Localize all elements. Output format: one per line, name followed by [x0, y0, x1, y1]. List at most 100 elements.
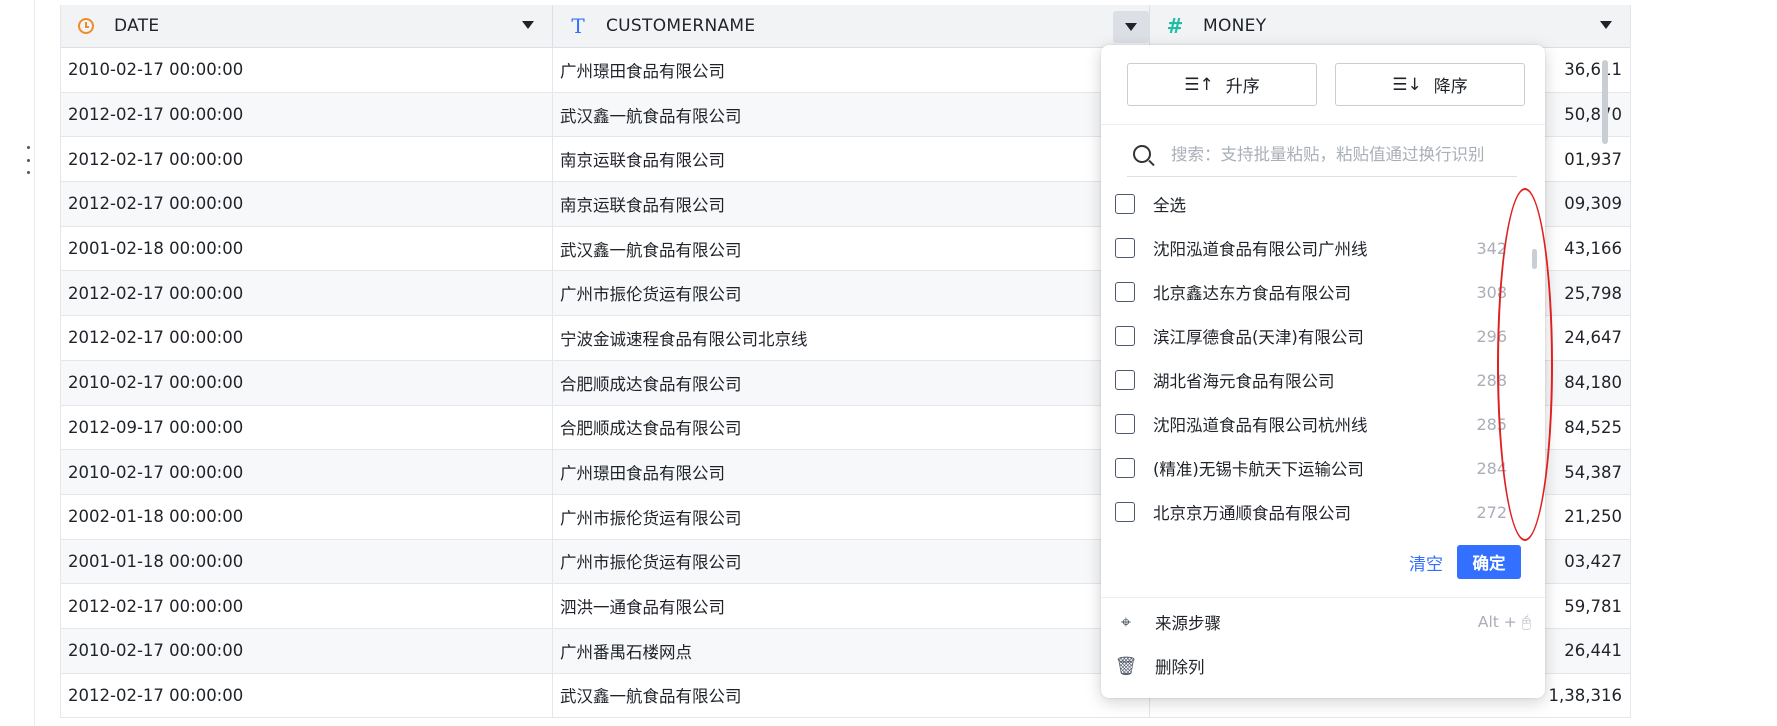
filter-value-item[interactable]: 北京京万通顺食品有限公司 272: [1101, 490, 1545, 534]
target-icon: ⌖: [1120, 611, 1132, 633]
customer-cell[interactable]: 广州璟田食品有限公司: [553, 48, 1150, 92]
vertical-scrollbar[interactable]: [1602, 60, 1608, 144]
select-all-label: 全选: [1153, 196, 1186, 215]
date-cell[interactable]: 2012-09-17 00:00:00: [61, 405, 553, 450]
column-header-customername[interactable]: T CUSTOMERNAME: [553, 5, 1150, 47]
date-cell[interactable]: 2012-02-17 00:00:00: [61, 316, 553, 360]
customer-cell[interactable]: 广州番禺石楼网点: [553, 628, 1150, 673]
dropdown-caret-icon: [1125, 23, 1137, 31]
checkbox[interactable]: [1115, 238, 1135, 258]
date-cell[interactable]: 2010-02-17 00:00:00: [61, 360, 553, 405]
dropdown-caret-icon[interactable]: [1600, 21, 1612, 29]
filter-value-count: 342: [1476, 238, 1507, 258]
customer-cell[interactable]: 泗洪一通食品有限公司: [553, 584, 1150, 628]
date-cell[interactable]: 2012-02-17 00:00:00: [61, 92, 553, 137]
filter-value-list: 全选 沈阳泓道食品有限公司广州线 342 北京鑫达东方食品有限公司 308 滨江厚德食品…: [1101, 182, 1545, 534]
filter-value-label: 北京京万通顺食品有限公司: [1153, 504, 1351, 523]
list-scrollbar[interactable]: [1532, 249, 1537, 269]
customer-cell[interactable]: 武汉鑫一航食品有限公司: [553, 226, 1150, 271]
checkbox[interactable]: [1115, 414, 1135, 434]
date-cell[interactable]: 2010-02-17 00:00:00: [61, 48, 553, 92]
filter-value-label: 沈阳泓道食品有限公司广州线: [1153, 240, 1368, 259]
customer-cell[interactable]: 武汉鑫一航食品有限公司: [553, 92, 1150, 137]
customer-cell[interactable]: 合肥顺成达食品有限公司: [553, 405, 1150, 450]
more-options-icon[interactable]: [18, 146, 38, 174]
date-cell[interactable]: 2010-02-17 00:00:00: [61, 450, 553, 494]
delete-column-menu-item[interactable]: 🗑 删除列: [1115, 654, 1531, 678]
filter-value-count: 284: [1476, 458, 1507, 478]
customer-cell[interactable]: 广州市振伦货运有限公司: [553, 494, 1150, 539]
confirm-button[interactable]: 确定: [1457, 545, 1521, 579]
date-cell[interactable]: 2002-01-18 00:00:00: [61, 494, 553, 539]
checkbox[interactable]: [1115, 282, 1135, 302]
filter-search-input[interactable]: [1169, 143, 1513, 165]
date-cell[interactable]: 2012-02-17 00:00:00: [61, 271, 553, 316]
checkbox[interactable]: [1115, 458, 1135, 478]
filter-value-label: (精准)无锡卡航天下运输公司: [1153, 460, 1364, 479]
checkbox[interactable]: [1115, 370, 1135, 390]
date-cell[interactable]: 2012-02-17 00:00:00: [61, 673, 553, 718]
sort-descending-button[interactable]: ☰↓ 降序: [1335, 63, 1525, 106]
column-menu-button[interactable]: [1113, 11, 1149, 43]
customer-cell[interactable]: 广州璟田食品有限公司: [553, 450, 1150, 494]
source-step-label: 来源步骤: [1155, 614, 1221, 633]
filter-value-count: 272: [1476, 502, 1507, 522]
checkbox[interactable]: [1115, 326, 1135, 346]
checkbox[interactable]: [1115, 194, 1135, 214]
customer-cell[interactable]: 宁波金诚速程食品有限公司北京线: [553, 316, 1150, 360]
customer-cell[interactable]: 南京运联食品有限公司: [553, 182, 1150, 226]
filter-value-count: 296: [1476, 326, 1507, 346]
customer-cell[interactable]: 武汉鑫一航食品有限公司: [553, 673, 1150, 718]
grid-header: DATE T CUSTOMERNAME # MONEY: [61, 5, 1630, 48]
divider: [1101, 124, 1545, 125]
filter-value-item[interactable]: 北京鑫达东方食品有限公司 308: [1101, 270, 1545, 314]
sort-ascending-icon: ☰↑: [1184, 74, 1214, 95]
filter-value-count: 308: [1476, 282, 1507, 302]
customer-cell[interactable]: 南京运联食品有限公司: [553, 137, 1150, 182]
customer-cell[interactable]: 合肥顺成达食品有限公司: [553, 360, 1150, 405]
filter-value-label: 沈阳泓道食品有限公司杭州线: [1153, 416, 1368, 435]
customer-cell[interactable]: 广州市振伦货运有限公司: [553, 271, 1150, 316]
dropdown-caret-icon[interactable]: [522, 21, 534, 29]
trash-icon: 🗑: [1114, 655, 1138, 677]
divider: [1101, 597, 1545, 598]
filter-value-count: 285: [1476, 414, 1507, 434]
date-cell[interactable]: 2001-01-18 00:00:00: [61, 539, 553, 584]
shortcut-hint: Alt + 🖰: [1477, 612, 1531, 631]
column-header-date[interactable]: DATE: [61, 5, 553, 47]
checkbox[interactable]: [1115, 502, 1135, 522]
date-cell[interactable]: 2012-02-17 00:00:00: [61, 584, 553, 628]
text-type-icon: T: [571, 14, 585, 38]
filter-value-label: 北京鑫达东方食品有限公司: [1153, 284, 1351, 303]
column-filter-popup: ☰↑ 升序 ☰↓ 降序 全选 沈阳泓道食品有限公司广州线 342 北京鑫达东方食品有…: [1101, 45, 1545, 698]
sort-descending-label: 降序: [1433, 77, 1468, 97]
source-step-menu-item[interactable]: ⌖ 来源步骤 Alt + 🖰: [1115, 610, 1531, 634]
column-title: CUSTOMERNAME: [606, 16, 756, 36]
filter-value-count: 288: [1476, 370, 1507, 390]
filter-value-label: 湖北省海元食品有限公司: [1153, 372, 1335, 391]
customer-cell[interactable]: 广州市振伦货运有限公司: [553, 539, 1150, 584]
filter-value-item[interactable]: 沈阳泓道食品有限公司广州线 342: [1101, 226, 1545, 270]
column-title: MONEY: [1203, 16, 1267, 36]
sort-bar: ☰↑ 升序 ☰↓ 降序: [1127, 63, 1525, 106]
select-all-item[interactable]: 全选: [1101, 182, 1545, 226]
date-cell[interactable]: 2010-02-17 00:00:00: [61, 628, 553, 673]
filter-search: [1127, 132, 1517, 177]
filter-value-item[interactable]: 滨江厚德食品(天津)有限公司 296: [1101, 314, 1545, 358]
column-title: DATE: [114, 16, 160, 36]
filter-actions: 清空 确定: [1409, 545, 1521, 579]
filter-value-item[interactable]: 沈阳泓道食品有限公司杭州线 285: [1101, 402, 1545, 446]
date-cell[interactable]: 2001-02-18 00:00:00: [61, 226, 553, 271]
hash-icon: #: [1166, 14, 1184, 38]
date-cell[interactable]: 2012-02-17 00:00:00: [61, 182, 553, 226]
clear-button[interactable]: 清空: [1409, 550, 1443, 575]
sort-descending-icon: ☰↓: [1392, 74, 1422, 95]
left-gutter: [0, 0, 35, 726]
column-header-money[interactable]: # MONEY: [1150, 5, 1630, 47]
filter-value-item[interactable]: 湖北省海元食品有限公司 288: [1101, 358, 1545, 402]
delete-column-label: 删除列: [1155, 658, 1205, 677]
clock-icon: [76, 16, 96, 36]
sort-ascending-button[interactable]: ☰↑ 升序: [1127, 63, 1317, 106]
date-cell[interactable]: 2012-02-17 00:00:00: [61, 137, 553, 182]
filter-value-item[interactable]: (精准)无锡卡航天下运输公司 284: [1101, 446, 1545, 490]
